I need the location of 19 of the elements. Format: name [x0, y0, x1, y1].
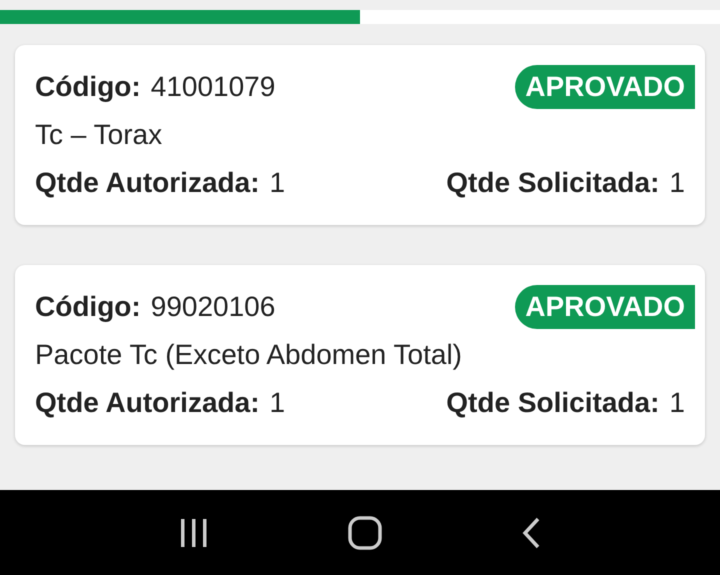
authorized-value: 1 [270, 167, 286, 199]
requested-value: 1 [669, 167, 685, 199]
status-badge: APROVADO [515, 65, 695, 109]
home-button[interactable] [348, 516, 382, 550]
code-value: 99020106 [150, 291, 276, 323]
requested-label: Qtde Solicitada: [446, 167, 660, 199]
authorized-value: 1 [270, 387, 286, 419]
requested-value: 1 [669, 387, 685, 419]
code-label: Código: [35, 71, 141, 103]
authorized-label: Qtde Autorizada: [35, 167, 260, 199]
code-label: Código: [35, 291, 141, 323]
requested-label: Qtde Solicitada: [446, 387, 660, 419]
procedure-description: Pacote Tc (Exceto Abdomen Total) [35, 339, 462, 371]
back-button[interactable] [520, 516, 541, 548]
code-value: 41001079 [150, 71, 276, 103]
procedure-description: Tc – Torax [35, 119, 162, 151]
recent-apps-button[interactable] [179, 518, 210, 548]
authorized-label: Qtde Autorizada: [35, 387, 260, 419]
status-badge: APROVADO [515, 285, 695, 329]
